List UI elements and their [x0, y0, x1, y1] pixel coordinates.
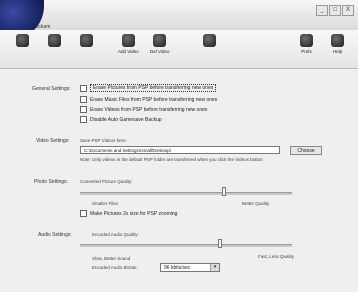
erase-videos-checkbox[interactable]: Erase Videos from PSP before transferrin…: [80, 106, 207, 113]
add-video-button[interactable]: Add Video: [118, 34, 139, 54]
video-path-field[interactable]: C:\Documents and Settings\rsmall\Desktop…: [80, 146, 280, 154]
checkbox-box[interactable]: [80, 210, 87, 217]
erase-music-checkbox[interactable]: Erase Music Files from PSP before transf…: [80, 96, 217, 103]
audio-bitrate-label: Encoded Audio Bitrate:: [92, 265, 138, 270]
toolbar-icon-1: [16, 34, 29, 47]
toolbar-icon-2: [48, 34, 61, 47]
toolbar-button-2[interactable]: [48, 34, 61, 49]
info-icon: [203, 34, 216, 47]
save-videos-label: Save PSP Videos here:: [80, 138, 127, 143]
toolbar-icon-3: [80, 34, 93, 47]
photo-settings-label: Photo Settings:: [34, 179, 68, 185]
audio-bitrate-select[interactable]: 96 kbits/sec ▾: [160, 263, 220, 272]
checkbox-box[interactable]: [80, 84, 87, 92]
info-button[interactable]: [203, 34, 216, 49]
toolbar: Add Video Del Video Prefs Help: [0, 30, 358, 69]
general-settings-label: General Settings:: [32, 86, 71, 92]
toolbar-button-3[interactable]: [80, 34, 93, 49]
checkbox-box[interactable]: [80, 106, 87, 113]
disable-backup-checkbox[interactable]: Disable Auto Gamesave Backup: [80, 116, 162, 123]
del-video-icon: [153, 34, 167, 47]
title-bar: Rockam _ □ X: [0, 0, 358, 30]
video-note: Note: Only videos in the default PSP fol…: [80, 157, 263, 162]
help-button[interactable]: Help: [331, 34, 344, 54]
audio-settings-label: Audio Settings:: [38, 232, 72, 238]
chevron-down-icon: ▾: [210, 264, 219, 271]
less-quality-label: Fast, Less Quality: [258, 254, 295, 259]
help-icon: [331, 34, 344, 47]
del-video-button[interactable]: Del Video: [150, 34, 169, 54]
picture-quality-slider[interactable]: [80, 192, 292, 195]
resize-pictures-checkbox[interactable]: Make Pictures 2x size for PSP zooming: [80, 210, 177, 217]
settings-panel: General Settings: Erase Pictures from PS…: [0, 69, 358, 292]
picture-quality-label: Converted Picture Quality:: [80, 179, 133, 184]
picture-quality-thumb[interactable]: [222, 187, 226, 196]
minimize-button[interactable]: _: [316, 5, 328, 16]
audio-quality-thumb[interactable]: [218, 239, 222, 248]
better-sound-label: Slow, Better Sound: [92, 256, 131, 261]
maximize-button[interactable]: □: [329, 5, 341, 16]
audio-quality-slider[interactable]: [80, 244, 292, 247]
prefs-icon: [300, 34, 313, 47]
prefs-button[interactable]: Prefs: [300, 34, 313, 54]
toolbar-button-1[interactable]: [16, 34, 29, 49]
erase-pictures-checkbox[interactable]: Erase Pictures from PSP before transferr…: [80, 84, 217, 92]
audio-quality-label: Encoded Audio Quality:: [92, 232, 139, 237]
choose-button[interactable]: Choose: [290, 146, 322, 155]
checkbox-box[interactable]: [80, 116, 87, 123]
video-settings-label: Video Settings:: [36, 138, 70, 144]
better-quality-label: Better Quality: [242, 201, 270, 206]
add-video-icon: [121, 34, 135, 47]
window-controls: _ □ X: [316, 5, 354, 16]
close-button[interactable]: X: [342, 5, 354, 16]
checkbox-box[interactable]: [80, 96, 87, 103]
smaller-files-label: Smaller Files: [92, 201, 119, 206]
